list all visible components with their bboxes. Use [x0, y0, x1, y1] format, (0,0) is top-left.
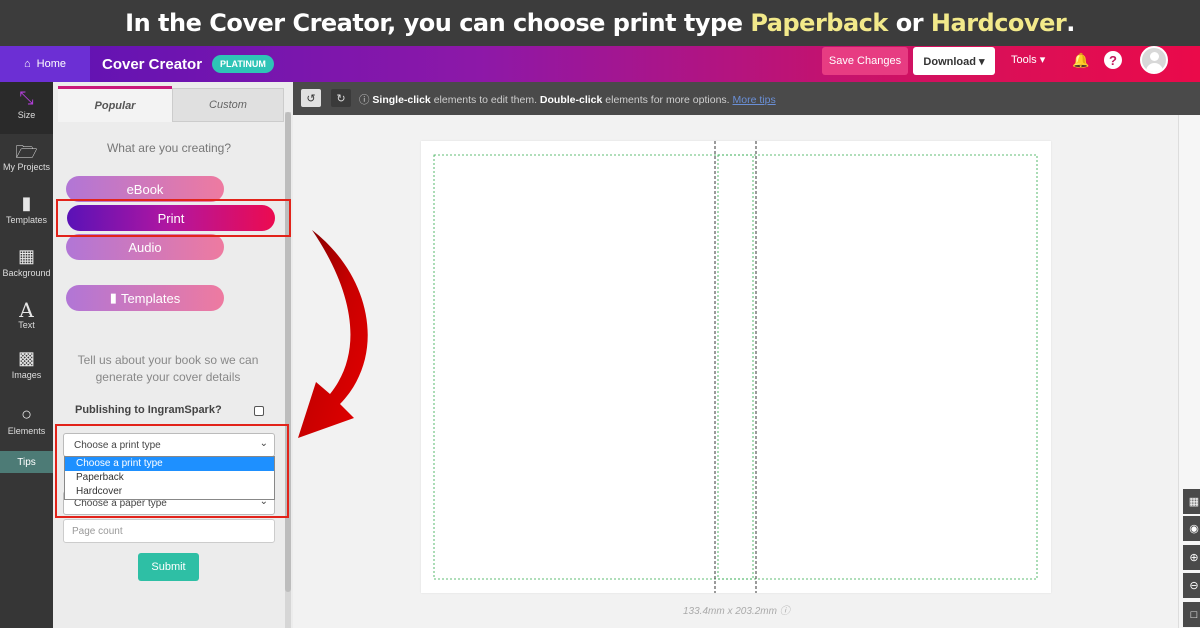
cover-dimensions: 133.4mm x 203.2mm ⓘ [683, 602, 790, 617]
red-arrow-annotation [298, 230, 368, 438]
nav-elements-label: Elements [7, 426, 46, 436]
circle-icon: ○ [21, 404, 32, 424]
bookmark-icon: ▮ [21, 193, 32, 213]
nav-background-label: Background [2, 268, 51, 278]
ingramspark-label: Publishing to IngramSpark? [75, 404, 222, 416]
canvas-toolbar: ↺ ↻ ⓘ Single-click elements to edit them… [293, 82, 1200, 115]
nav-size[interactable]: ⤡ Size [0, 82, 53, 134]
toolbar-hint: ⓘ Single-click elements to edit them. Do… [359, 92, 776, 107]
home-label: Home [36, 58, 66, 70]
banner-text-mid: or [887, 9, 931, 37]
banner-highlight-hardcover: Hardcover [930, 9, 1067, 37]
help-icon[interactable]: ? [1104, 51, 1122, 69]
book-info-line2: generate your cover details [95, 370, 241, 384]
page-count-input[interactable]: Page count [63, 519, 275, 543]
print-highlight-box [56, 199, 291, 237]
nav-images[interactable]: ▩ Images [0, 342, 53, 394]
banner-highlight-paperback: Paperback [750, 9, 888, 37]
undo-icon[interactable]: ↺ [301, 89, 321, 107]
tab-custom[interactable]: Custom [172, 88, 284, 122]
background-image-icon: ▦ [17, 246, 35, 266]
grid-icon[interactable]: ▦ [1183, 489, 1200, 514]
cover-canvas[interactable] [421, 141, 1051, 593]
right-tool-rail: ▦ ◉ ⊕ ⊖ □ [1178, 115, 1200, 628]
cover-guides [433, 141, 1038, 593]
bookmark-icon: ▮ [109, 290, 117, 305]
folder-icon: 🗁 [15, 142, 38, 162]
left-navigation: ⤡ Size 🗁 My Projects ▮ Templates ▦ Backg… [0, 82, 53, 628]
tips-button[interactable]: Tips [0, 451, 53, 473]
text-icon: A [19, 298, 34, 322]
creating-question: What are you creating? [106, 141, 232, 155]
nav-images-label: Images [11, 370, 42, 380]
plan-badge: PLATINUM [212, 55, 274, 73]
ingramspark-checkbox[interactable] [254, 406, 264, 416]
panel-scrollbar[interactable] [285, 112, 291, 592]
3d-box-icon[interactable]: □ [1183, 602, 1200, 627]
visibility-icon[interactable]: ◉ [1183, 516, 1200, 541]
submit-button[interactable]: Submit [138, 553, 199, 581]
nav-text-label: Text [18, 320, 35, 330]
tools-menu[interactable]: Tools ▾ [1011, 53, 1045, 66]
nav-background[interactable]: ▦ Background [0, 240, 53, 292]
home-icon: ⌂ [24, 58, 31, 70]
tab-popular[interactable]: Popular [58, 86, 172, 122]
zoom-in-icon[interactable]: ⊕ [1183, 545, 1200, 570]
info-icon: ⓘ [359, 94, 370, 106]
hint-bold-2: Double-click [539, 94, 603, 106]
hint-bold-1: Single-click [372, 94, 431, 106]
info-icon: ⓘ [779, 606, 790, 617]
bell-icon[interactable]: 🔔 [1072, 52, 1089, 69]
nav-size-label: Size [17, 110, 36, 120]
nav-elements[interactable]: ○ Elements [0, 398, 53, 450]
app-title: Cover Creator [102, 55, 203, 73]
nav-templates[interactable]: ▮ Templates [0, 187, 53, 239]
download-button[interactable]: Download ▾ [913, 47, 995, 75]
banner-text: In the Cover Creator, you can choose pri… [125, 9, 743, 37]
print-type-highlight-box [55, 424, 289, 518]
hint-text-2: elements for more options. [602, 94, 733, 106]
avatar[interactable] [1140, 46, 1168, 74]
dimensions-text: 133.4mm x 203.2mm [683, 606, 777, 617]
nav-my-projects[interactable]: 🗁 My Projects [0, 134, 53, 186]
templates-button[interactable]: ▮ Templates [66, 285, 224, 311]
book-info-text: Tell us about your book so we can genera… [73, 352, 263, 386]
banner-text-end: . [1066, 9, 1075, 37]
book-info-line1: Tell us about your book so we can [77, 353, 259, 367]
resize-arrow-icon: ⤡ [19, 88, 34, 108]
image-icon: ▩ [17, 348, 35, 368]
tutorial-banner: In the Cover Creator, you can choose pri… [0, 0, 1200, 46]
nav-templates-label: Templates [5, 215, 48, 225]
hint-text-1: elements to edit them. [430, 94, 540, 106]
save-changes-button[interactable]: Save Changes [822, 47, 908, 75]
home-button[interactable]: ⌂ Home [0, 46, 90, 82]
nav-text[interactable]: A Text [0, 292, 53, 344]
size-panel: Popular Custom What are you creating? eB… [53, 82, 293, 628]
more-tips-link[interactable]: More tips [733, 94, 776, 106]
app-header: ⌂ Home Cover Creator PLATINUM Save Chang… [0, 46, 1200, 82]
nav-my-projects-label: My Projects [2, 162, 50, 172]
zoom-out-icon[interactable]: ⊖ [1183, 573, 1200, 598]
templates-button-label: Templates [120, 290, 181, 306]
design-canvas-area: 133.4mm x 203.2mm ⓘ [293, 115, 1178, 628]
audio-button[interactable]: Audio [66, 234, 224, 260]
redo-icon[interactable]: ↻ [331, 89, 351, 107]
